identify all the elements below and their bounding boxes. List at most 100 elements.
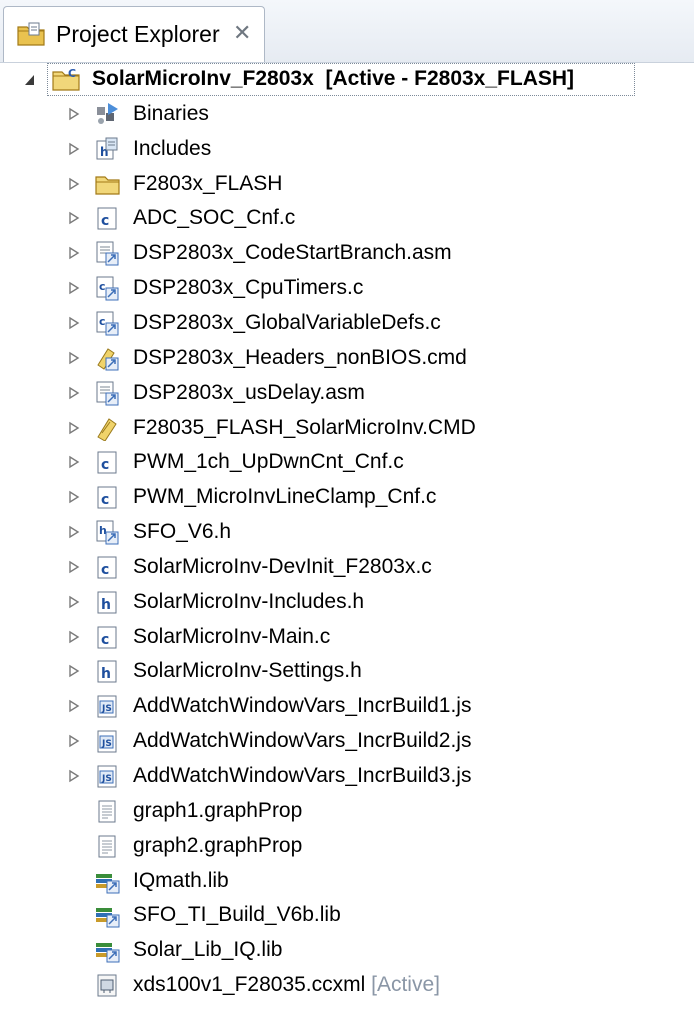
text-file-icon bbox=[98, 835, 116, 858]
h-file-icon: h bbox=[97, 660, 117, 683]
svg-text:c: c bbox=[101, 632, 109, 648]
tree-item-label: AddWatchWindowVars_IncrBuild3.js bbox=[133, 764, 472, 787]
svg-text:c: c bbox=[101, 562, 109, 578]
tree-item-label: Includes bbox=[133, 137, 212, 160]
tree-item[interactable]: c DSP2803x_GlobalVariableDefs.c bbox=[0, 306, 694, 340]
tab-project-explorer[interactable]: Project Explorer ✕ bbox=[3, 6, 265, 62]
js-file-icon: JS bbox=[97, 730, 117, 753]
collapsed-arrow-icon[interactable] bbox=[64, 171, 84, 197]
tree-item[interactable]: DSP2803x_Headers_nonBIOS.cmd bbox=[0, 341, 694, 375]
tree-item[interactable]: xds100v1_F28035.ccxml [Active] bbox=[0, 968, 694, 1002]
project-status: [Active - F2803x_FLASH] bbox=[325, 67, 575, 90]
tree-item[interactable]: c SolarMicroInv-Main.c bbox=[0, 620, 694, 654]
binaries-icon bbox=[97, 103, 118, 124]
collapsed-arrow-icon[interactable] bbox=[64, 624, 84, 650]
collapsed-arrow-icon[interactable] bbox=[64, 449, 84, 475]
tree-item-label: AddWatchWindowVars_IncrBuild2.js bbox=[133, 729, 472, 752]
tree-item[interactable]: JS AddWatchWindowVars_IncrBuild2.js bbox=[0, 724, 694, 758]
tree-item[interactable]: F28035_FLASH_SolarMicroInv.CMD bbox=[0, 411, 694, 445]
tree-item[interactable]: F2803x_FLASH bbox=[0, 167, 694, 201]
c-file-icon: c bbox=[97, 207, 117, 230]
tree-item-label: AddWatchWindowVars_IncrBuild1.js bbox=[133, 694, 472, 717]
linked-cmd-file-icon bbox=[97, 348, 119, 371]
tree-item[interactable]: graph1.graphProp bbox=[0, 794, 694, 828]
tree-item[interactable]: JS AddWatchWindowVars_IncrBuild3.js bbox=[0, 759, 694, 793]
collapsed-arrow-icon[interactable] bbox=[64, 763, 84, 789]
tree-item-label: SFO_TI_Build_V6b.lib bbox=[133, 903, 341, 926]
expanded-arrow-icon[interactable] bbox=[20, 66, 40, 92]
collapsed-arrow-icon[interactable] bbox=[64, 693, 84, 719]
tree-item[interactable]: h Includes bbox=[0, 132, 694, 166]
collapsed-arrow-icon[interactable] bbox=[64, 554, 84, 580]
collapsed-arrow-icon[interactable] bbox=[64, 345, 84, 371]
tree-item[interactable]: h SolarMicroInv-Includes.h bbox=[0, 585, 694, 619]
h-file-icon: h bbox=[97, 591, 117, 614]
tree-item[interactable]: Binaries bbox=[0, 97, 694, 131]
c-project-folder-icon: C bbox=[52, 67, 80, 91]
linked-library-icon bbox=[96, 874, 120, 894]
folder-icon bbox=[95, 176, 120, 195]
tree-item[interactable]: DSP2803x_CodeStartBranch.asm bbox=[0, 236, 694, 270]
text-file-icon bbox=[98, 800, 116, 823]
tab-title: Project Explorer bbox=[56, 21, 220, 47]
svg-text:h: h bbox=[101, 666, 111, 682]
svg-text:c: c bbox=[99, 280, 106, 293]
svg-text:c: c bbox=[99, 315, 106, 328]
tree-item[interactable]: IQmath.lib bbox=[0, 864, 694, 898]
project-tree: C SolarMicroInv_F2803x [Active - F2803x_… bbox=[0, 62, 694, 1027]
svg-text:JS: JS bbox=[101, 739, 112, 749]
active-decoration: [Active] bbox=[365, 973, 440, 996]
tree-item-label: PWM_1ch_UpDwnCnt_Cnf.c bbox=[133, 450, 404, 473]
target-config-file-icon bbox=[97, 974, 117, 997]
collapsed-arrow-icon[interactable] bbox=[64, 275, 84, 301]
linked-asm-file-icon bbox=[96, 241, 119, 266]
view-tab-bar: Project Explorer ✕ bbox=[0, 0, 694, 63]
linked-library-icon bbox=[96, 943, 120, 963]
tree-item-label: DSP2803x_CodeStartBranch.asm bbox=[133, 241, 452, 264]
tree-item[interactable]: JS AddWatchWindowVars_IncrBuild1.js bbox=[0, 689, 694, 723]
tree-item[interactable]: SFO_TI_Build_V6b.lib bbox=[0, 898, 694, 932]
tree-item[interactable]: c SolarMicroInv-DevInit_F2803x.c bbox=[0, 550, 694, 584]
svg-text:h: h bbox=[101, 597, 111, 613]
tree-item[interactable]: Solar_Lib_IQ.lib bbox=[0, 933, 694, 967]
c-file-icon: c bbox=[97, 486, 117, 509]
collapsed-arrow-icon[interactable] bbox=[64, 205, 84, 231]
tree-item[interactable]: graph2.graphProp bbox=[0, 829, 694, 863]
tree-root-project[interactable]: C SolarMicroInv_F2803x [Active - F2803x_… bbox=[0, 62, 694, 96]
tree-item[interactable]: c PWM_MicroInvLineClamp_Cnf.c bbox=[0, 480, 694, 514]
linked-asm-file-icon bbox=[96, 381, 119, 406]
tree-item-label: IQmath.lib bbox=[133, 869, 229, 892]
collapsed-arrow-icon[interactable] bbox=[64, 589, 84, 615]
linked-library-icon bbox=[96, 908, 120, 928]
collapsed-arrow-icon[interactable] bbox=[64, 380, 84, 406]
tree-item-label: Binaries bbox=[133, 102, 209, 125]
js-file-icon: JS bbox=[97, 695, 117, 718]
tree-item-label: SolarMicroInv-DevInit_F2803x.c bbox=[133, 555, 432, 578]
collapsed-arrow-icon[interactable] bbox=[64, 728, 84, 754]
tree-item[interactable]: c PWM_1ch_UpDwnCnt_Cnf.c bbox=[0, 445, 694, 479]
tree-item-label: graph1.graphProp bbox=[133, 799, 303, 822]
collapsed-arrow-icon[interactable] bbox=[64, 519, 84, 545]
tree-item-label: F2803x_FLASH bbox=[133, 172, 283, 195]
collapsed-arrow-icon[interactable] bbox=[64, 415, 84, 441]
collapsed-arrow-icon[interactable] bbox=[64, 136, 84, 162]
collapsed-arrow-icon[interactable] bbox=[64, 658, 84, 684]
tree-item[interactable]: h SolarMicroInv-Settings.h bbox=[0, 654, 694, 688]
svg-text:C: C bbox=[68, 67, 76, 80]
collapsed-arrow-icon[interactable] bbox=[64, 310, 84, 336]
tree-item[interactable]: c ADC_SOC_Cnf.c bbox=[0, 201, 694, 235]
tree-item[interactable]: DSP2803x_usDelay.asm bbox=[0, 376, 694, 410]
linked-h-file-icon: h bbox=[96, 520, 119, 545]
linked-c-file-icon: c bbox=[96, 276, 119, 301]
svg-text:c: c bbox=[101, 492, 109, 508]
tree-item-label: DSP2803x_CpuTimers.c bbox=[133, 276, 364, 299]
project-name: SolarMicroInv_F2803x bbox=[92, 67, 314, 90]
collapsed-arrow-icon[interactable] bbox=[64, 484, 84, 510]
collapsed-arrow-icon[interactable] bbox=[64, 101, 84, 127]
c-file-icon: c bbox=[97, 626, 117, 649]
tree-item[interactable]: c DSP2803x_CpuTimers.c bbox=[0, 271, 694, 305]
close-icon[interactable]: ✕ bbox=[233, 18, 251, 48]
collapsed-arrow-icon[interactable] bbox=[64, 240, 84, 266]
tree-item[interactable]: h SFO_V6.h bbox=[0, 515, 694, 549]
c-file-icon: c bbox=[97, 451, 117, 474]
